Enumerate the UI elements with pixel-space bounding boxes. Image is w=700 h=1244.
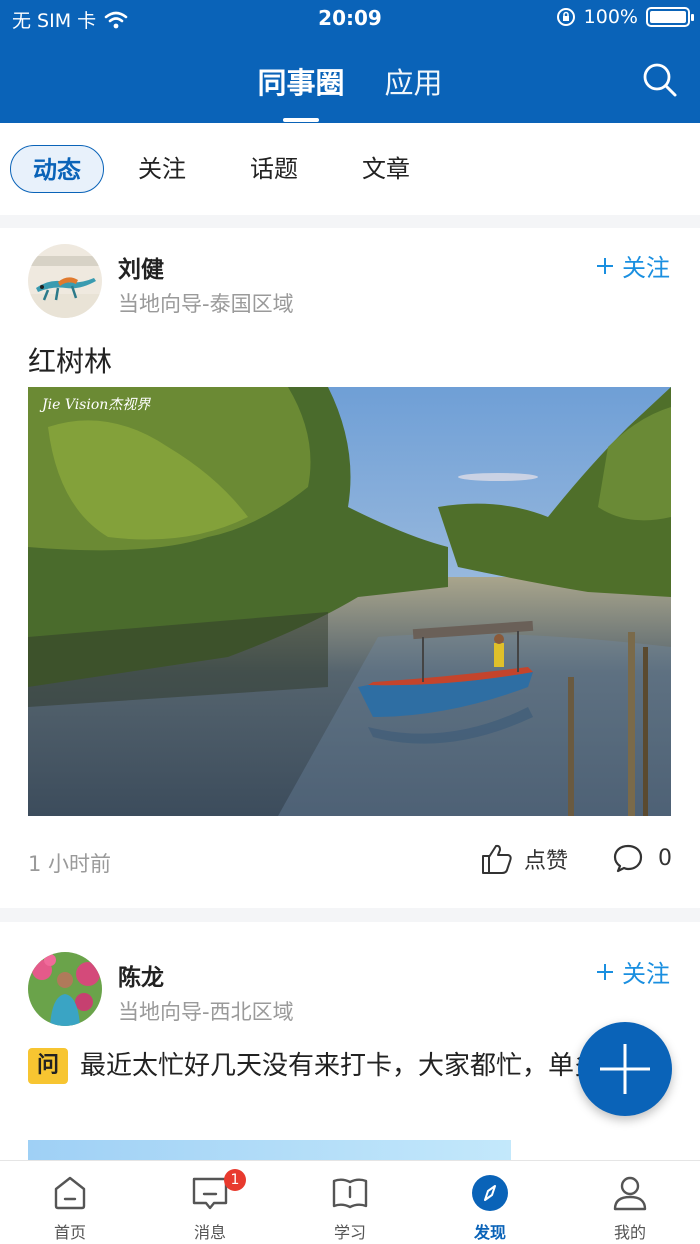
author-subtitle: 当地向导-西北区域	[118, 1000, 294, 1024]
follow-label: 关注	[622, 960, 670, 988]
post-card[interactable]: 刘健 当地向导-泰国区域 关注 红树林 Jie Vision杰视界 1 小时前 …	[0, 228, 700, 908]
post-text: 最近太忙好几天没有来打卡，大家都忙，单多吗?	[80, 1051, 640, 1081]
compass-icon	[472, 1175, 508, 1211]
home-icon	[54, 1176, 86, 1210]
orientation-lock-icon	[556, 8, 575, 26]
question-badge: 问	[28, 1048, 68, 1084]
like-button[interactable]: 点赞	[480, 842, 568, 876]
follow-label: 关注	[622, 254, 670, 282]
post-image[interactable]: Jie Vision杰视界	[28, 387, 671, 816]
follow-button[interactable]: 关注	[596, 248, 670, 283]
subtab-following[interactable]: 关注	[108, 145, 216, 193]
status-right: 100%	[556, 6, 694, 28]
plus-icon	[597, 963, 613, 980]
nav-item-discover[interactable]: 发现	[420, 1161, 560, 1244]
comment-count: 0	[658, 845, 672, 871]
post-title: 红树林	[28, 345, 113, 378]
follow-button[interactable]: 关注	[596, 954, 670, 989]
top-tabs: 同事圈 应用	[0, 60, 700, 122]
subtab-feed[interactable]: 动态	[10, 145, 104, 193]
unread-badge: 1	[224, 1169, 246, 1191]
post-question: 问最近太忙好几天没有来打卡，大家都忙，单多吗?	[28, 1044, 673, 1088]
post-time: 1 小时前	[28, 852, 112, 876]
comment-icon	[613, 844, 643, 873]
man-avatar-image	[28, 952, 102, 1026]
nav-item-messages[interactable]: 1 消息	[140, 1161, 280, 1244]
post-image-preview[interactable]	[28, 1140, 511, 1160]
tab-apps[interactable]: 应用	[385, 60, 443, 122]
nav-item-home[interactable]: 首页	[0, 1161, 140, 1244]
lizard-avatar-image	[28, 244, 102, 318]
subtab-topics[interactable]: 话题	[220, 145, 328, 193]
bottom-nav: 首页 1 消息 学习 发现 我的	[0, 1160, 700, 1244]
nav-label: 发现	[473, 1223, 506, 1242]
comment-button[interactable]: 0	[612, 842, 672, 874]
plus-icon	[600, 1044, 650, 1094]
subtab-articles[interactable]: 文章	[332, 145, 440, 193]
nav-item-me[interactable]: 我的	[560, 1161, 700, 1244]
nav-label: 学习	[333, 1223, 366, 1242]
author-name[interactable]: 刘健	[118, 250, 164, 284]
tab-colleague-circle[interactable]: 同事圈	[257, 60, 345, 122]
battery-icon	[646, 7, 694, 27]
plus-icon	[597, 257, 613, 274]
avatar[interactable]	[28, 952, 102, 1026]
sub-tabs: 动态 关注 话题 文章	[0, 123, 700, 215]
thumbs-up-icon	[482, 844, 512, 874]
nav-label: 首页	[53, 1223, 86, 1242]
user-icon	[613, 1176, 647, 1211]
author-subtitle: 当地向导-泰国区域	[118, 292, 294, 316]
nav-item-study[interactable]: 学习	[280, 1161, 420, 1244]
book-icon	[332, 1178, 368, 1209]
battery-percent: 100%	[583, 6, 638, 28]
nav-label: 我的	[613, 1223, 646, 1242]
mangrove-boat-photo: Jie Vision杰视界	[28, 387, 671, 816]
nav-label: 消息	[193, 1223, 226, 1242]
author-name[interactable]: 陈龙	[118, 958, 164, 992]
like-label: 点赞	[524, 849, 569, 874]
photo-watermark: Jie Vision杰视界	[39, 397, 151, 413]
avatar[interactable]	[28, 244, 102, 318]
app-header: 无 SIM 卡 20:09 100% 同事圈 应用	[0, 0, 700, 123]
create-post-button[interactable]	[578, 1022, 672, 1116]
search-icon[interactable]	[642, 62, 678, 98]
status-bar: 无 SIM 卡 20:09 100%	[0, 0, 700, 40]
